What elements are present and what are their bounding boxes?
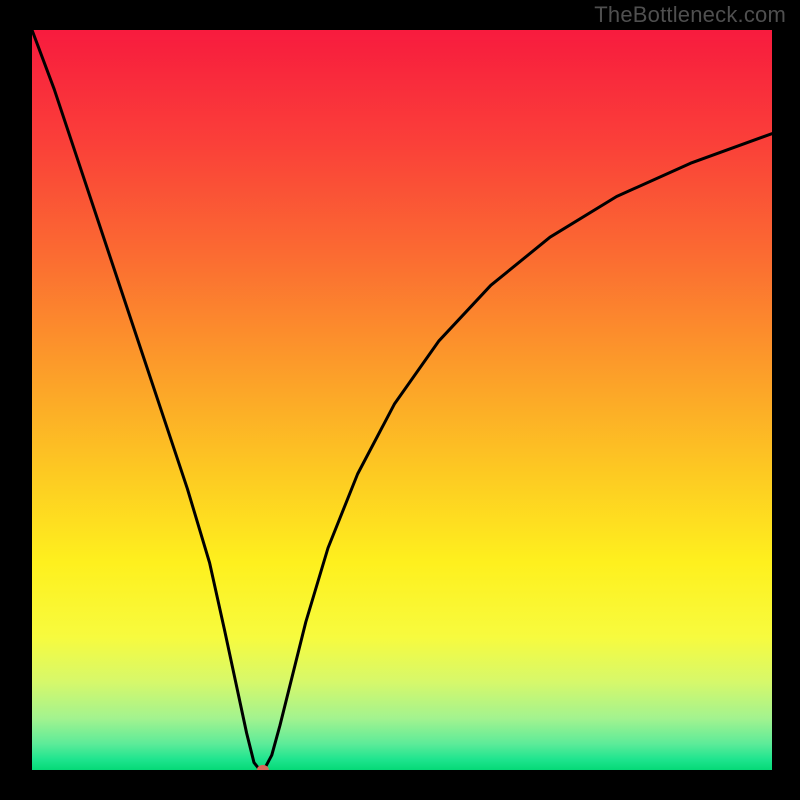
watermark-text: TheBottleneck.com <box>594 2 786 28</box>
chart-frame: TheBottleneck.com <box>0 0 800 800</box>
bottleneck-chart <box>32 30 772 770</box>
plot-area <box>32 30 772 770</box>
gradient-background <box>32 30 772 770</box>
